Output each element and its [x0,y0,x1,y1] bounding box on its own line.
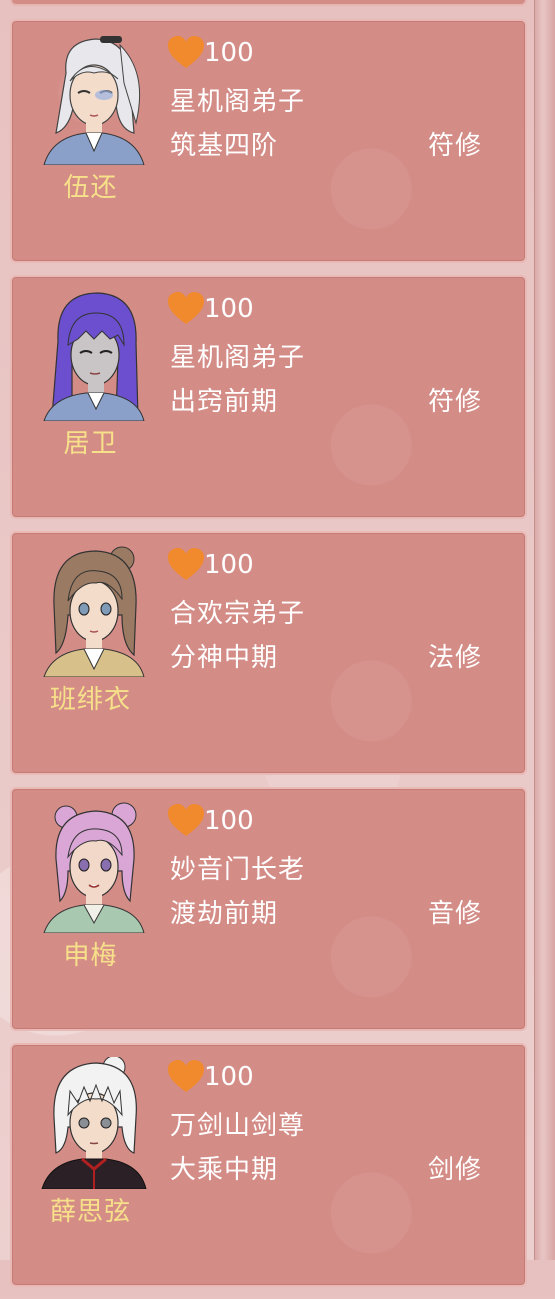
affinity-value: 100 [204,806,254,836]
cultivation-realm: 筑基四阶 [170,131,279,161]
sect-title: 星机阁弟子 [170,87,306,117]
sect-title: 万剑山剑尊 [170,1111,306,1141]
affinity: 100 [168,291,254,327]
sect-title: 星机阁弟子 [170,343,306,373]
cultivation-realm: 大乘中期 [170,1155,279,1185]
affinity-value: 100 [204,550,254,580]
cultivation-path: 音修 [428,899,483,929]
portrait-avatar [38,545,148,677]
heart-icon [168,36,204,68]
disciple-name: 居卫 [63,429,118,459]
disciple-card[interactable]: 居卫 100 星机阁弟子 出窍前期 符修 [10,275,527,519]
portrait-avatar [38,289,148,421]
cultivation-path: 符修 [428,131,483,161]
disciple-name: 申梅 [63,941,118,971]
disciple-name: 薛思弦 [49,1197,131,1227]
heart-icon [168,548,204,580]
cultivation-realm: 出窍前期 [170,387,279,417]
affinity-value: 100 [204,38,254,68]
disciple-list: 伍还 100 星机阁弟子 筑基四阶 符修 居卫 100 星机阁弟子 出窍前期 符… [10,19,527,1299]
heart-icon [168,1060,204,1092]
affinity: 100 [168,1059,254,1095]
portrait-avatar [38,33,148,165]
sect-title: 妙音门长老 [170,855,306,885]
cultivation-path: 符修 [428,387,483,417]
cultivation-realm: 渡劫前期 [170,899,279,929]
disciple-card[interactable]: 申梅 100 妙音门长老 渡劫前期 音修 [10,787,527,1031]
disciple-name: 伍还 [63,173,118,203]
cultivation-path: 法修 [428,643,483,673]
disciple-card[interactable]: 薛思弦 100 万剑山剑尊 大乘中期 剑修 [10,1043,527,1287]
affinity: 100 [168,547,254,583]
affinity-value: 100 [204,1062,254,1092]
affinity: 100 [168,35,254,71]
affinity: 100 [168,803,254,839]
cultivation-path: 剑修 [428,1155,483,1185]
heart-icon [168,292,204,324]
previous-card-edge [10,0,527,6]
portrait-avatar [38,801,148,933]
disciple-card[interactable]: 班绯衣 100 合欢宗弟子 分神中期 法修 [10,531,527,775]
heart-icon [168,804,204,836]
portrait-avatar [38,1057,148,1189]
scrollbar[interactable] [534,0,555,1260]
disciple-card[interactable]: 伍还 100 星机阁弟子 筑基四阶 符修 [10,19,527,263]
sect-title: 合欢宗弟子 [170,599,306,629]
cultivation-realm: 分神中期 [170,643,279,673]
disciple-name: 班绯衣 [49,685,131,715]
affinity-value: 100 [204,294,254,324]
